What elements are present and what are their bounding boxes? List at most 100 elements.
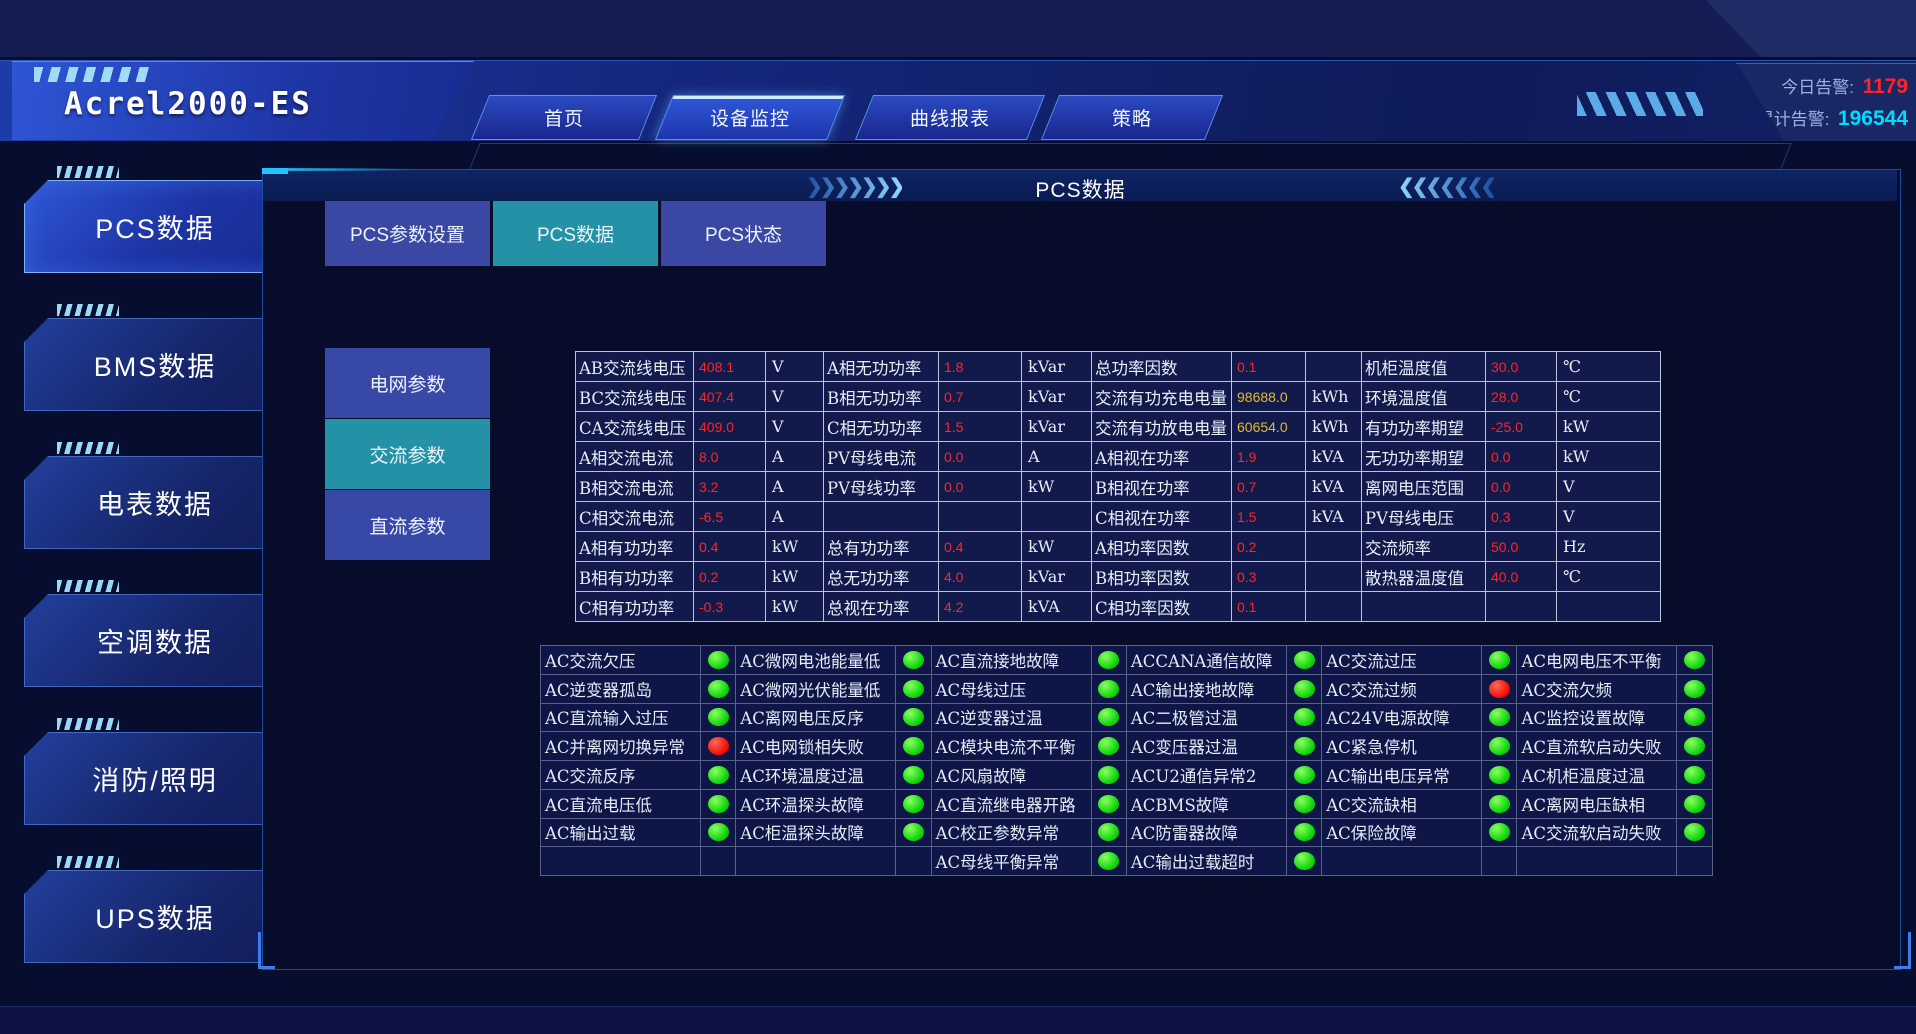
sidebar-item-fire-lighting[interactable]: 消防/照明 <box>24 732 286 825</box>
status-name-cell: AC输出过载超时 <box>1127 847 1287 876</box>
subnav-ac-params[interactable]: 交流参数 <box>325 419 490 489</box>
param-unit-cell: kW <box>766 562 824 592</box>
status-name-cell: AC监控设置故障 <box>1517 704 1677 733</box>
status-indicator-cell <box>701 790 736 819</box>
status-name-cell: AC输出过载 <box>541 819 701 848</box>
tab-pcs-data[interactable]: PCS数据 <box>493 201 658 266</box>
status-name-cell: AC输出接地故障 <box>1127 675 1287 704</box>
alarm-ok-indicator-icon <box>1489 737 1510 755</box>
sidebar-stripes-decor <box>57 718 119 730</box>
status-indicator-cell <box>701 732 736 761</box>
alarm-ok-indicator-icon <box>1098 680 1119 698</box>
param-value-cell: 0.0 <box>1486 472 1557 502</box>
nav-tab-device-monitor[interactable]: 设备监控 <box>655 95 845 140</box>
tab-pcs-status[interactable]: PCS状态 <box>661 201 826 266</box>
sidebar-item-pcs[interactable]: PCS数据 <box>24 180 286 273</box>
param-value-cell: 1.9 <box>1232 442 1306 472</box>
panel-bracket-bottom-left <box>258 932 275 969</box>
sidebar-item-ups[interactable]: UPS数据 <box>24 870 286 963</box>
alarm-ok-indicator-icon <box>1294 766 1315 784</box>
param-name-cell: C相无功功率 <box>824 412 939 442</box>
alarm-ok-indicator-icon <box>1294 651 1315 669</box>
param-value-cell: 0.2 <box>1232 532 1306 562</box>
sidebar-item-hvac[interactable]: 空调数据 <box>24 594 286 687</box>
status-indicator-cell <box>1092 847 1127 876</box>
param-name-cell <box>824 502 939 532</box>
param-unit-cell <box>1306 592 1362 622</box>
measurement-row: A相交流电流8.0APV母线电流0.0AA相视在功率1.9kVA无功功率期望0.… <box>576 442 1661 472</box>
total-alarm-line: 累计告警: 196544 <box>1757 105 1908 131</box>
param-unit-cell: A <box>766 442 824 472</box>
nav-tab-strategy-label: 策略 <box>1051 96 1213 139</box>
alarm-ok-indicator-icon <box>708 766 729 784</box>
status-name-cell: AC直流输入过压 <box>541 704 701 733</box>
nav-tab-strategy[interactable]: 策略 <box>1041 95 1223 140</box>
status-name-cell: ACBMS故障 <box>1127 790 1287 819</box>
status-name-cell: AC柜温探头故障 <box>736 819 896 848</box>
param-name-cell: B相视在功率 <box>1092 472 1232 502</box>
param-value-cell: -0.3 <box>694 592 766 622</box>
alarm-ok-indicator-icon <box>903 766 924 784</box>
nav-tab-curve-report[interactable]: 曲线报表 <box>855 95 1045 140</box>
param-value-cell: 3.2 <box>694 472 766 502</box>
param-value-cell: 98688.0 <box>1232 382 1306 412</box>
status-indicator-cell <box>896 847 931 876</box>
status-indicator-cell <box>1677 704 1712 733</box>
measurement-row: B相有功功率0.2kW总无功功率4.0kVarB相功率因数0.3散热器温度值40… <box>576 562 1661 592</box>
status-name-cell: AC并离网切换异常 <box>541 732 701 761</box>
status-indicator-cell <box>701 675 736 704</box>
param-unit-cell <box>1022 502 1092 532</box>
tab-pcs-param-settings[interactable]: PCS参数设置 <box>325 201 490 266</box>
sidebar-item-bms[interactable]: BMS数据 <box>24 318 286 411</box>
subnav-dc-params[interactable]: 直流参数 <box>325 490 490 560</box>
measurement-row: C相有功功率-0.3kW总视在功率4.2kVAC相功率因数0.1 <box>576 592 1661 622</box>
alarm-ok-indicator-icon <box>1684 795 1705 813</box>
alarm-ok-indicator-icon <box>1294 795 1315 813</box>
status-name-cell <box>541 847 701 876</box>
status-indicator-cell <box>1287 819 1322 848</box>
alarm-ok-indicator-icon <box>708 651 729 669</box>
alarm-ok-indicator-icon <box>1684 766 1705 784</box>
nav-tab-home[interactable]: 首页 <box>471 95 657 140</box>
sidebar-item-pcs-label: PCS数据 <box>24 180 286 273</box>
measurement-table: AB交流线电压408.1VA相无功功率1.8kVar总功率因数0.1机柜温度值3… <box>575 351 1661 622</box>
status-name-cell: AC交流过频 <box>1322 675 1482 704</box>
alarm-ok-indicator-icon <box>1684 737 1705 755</box>
status-indicator-cell <box>1482 675 1517 704</box>
sidebar-item-meter[interactable]: 电表数据 <box>24 456 286 549</box>
param-name-cell: 总视在功率 <box>824 592 939 622</box>
alarm-ok-indicator-icon <box>1294 823 1315 841</box>
param-unit-cell: kWh <box>1306 382 1362 412</box>
status-indicator-cell <box>1287 847 1322 876</box>
status-indicator-cell <box>1287 704 1322 733</box>
status-indicator-cell <box>1677 732 1712 761</box>
param-name-cell: A相交流电流 <box>576 442 694 472</box>
logout-plate[interactable]: 注销 <box>1706 0 1916 57</box>
status-name-cell: AC交流欠压 <box>541 646 701 675</box>
subnav-grid-params[interactable]: 电网参数 <box>325 348 490 418</box>
measurement-row: CA交流线电压409.0VC相无功功率1.5kVar交流有功放电电量60654.… <box>576 412 1661 442</box>
param-value-cell: 0.0 <box>939 442 1022 472</box>
param-name-cell: A相无功功率 <box>824 352 939 382</box>
param-name-cell: 交流频率 <box>1362 532 1486 562</box>
status-name-cell: AC交流反序 <box>541 761 701 790</box>
alarm-ok-indicator-icon <box>1489 708 1510 726</box>
param-value-cell: 0.4 <box>694 532 766 562</box>
alarm-ok-indicator-icon <box>708 708 729 726</box>
param-value-cell: 1.5 <box>1232 502 1306 532</box>
sidebar-item-meter-label: 电表数据 <box>24 456 286 549</box>
status-name-cell: AC交流缺相 <box>1322 790 1482 819</box>
sidebar-item-ups-label: UPS数据 <box>24 870 286 963</box>
status-name-cell: AC离网电压反序 <box>736 704 896 733</box>
sidebar-item-bms-label: BMS数据 <box>24 318 286 411</box>
status-indicator-cell <box>701 761 736 790</box>
param-unit-cell: kW <box>766 592 824 622</box>
today-alarm-count: 1179 <box>1862 75 1908 98</box>
status-indicator-cell <box>896 761 931 790</box>
status-indicator-cell <box>1677 790 1712 819</box>
status-indicator-cell <box>1092 704 1127 733</box>
status-indicator-cell <box>896 646 931 675</box>
param-unit-cell: V <box>1557 472 1661 502</box>
status-indicator-cell <box>1482 761 1517 790</box>
status-indicator-cell <box>1677 646 1712 675</box>
